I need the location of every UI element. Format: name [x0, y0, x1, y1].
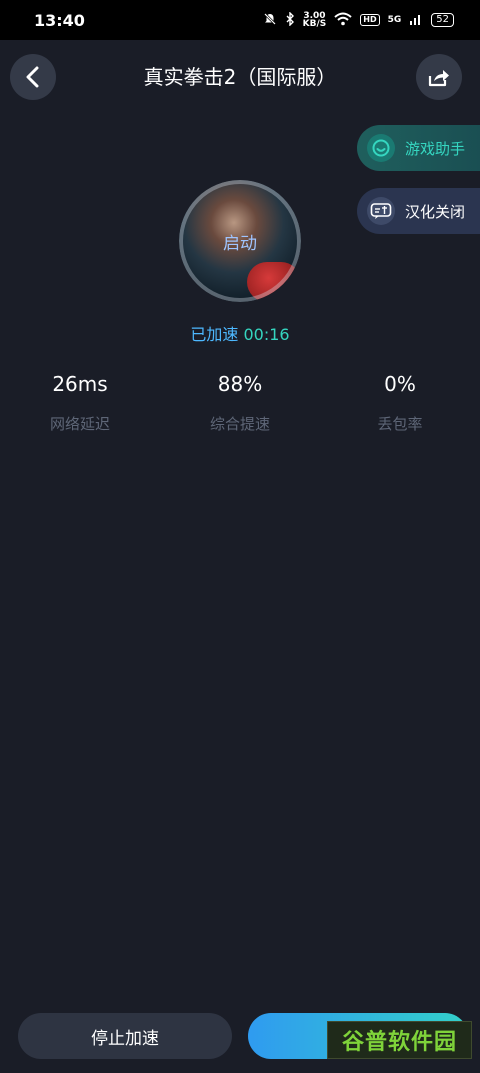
stop-acceleration-label: 停止加速 — [91, 1028, 159, 1049]
network-type: 5G — [387, 15, 402, 25]
stat-packet-loss: 0% 丢包率 — [320, 370, 480, 434]
stat-label: 网络延迟 — [49, 415, 110, 433]
status-icons: 3.00 KB/S HD 5G 52 — [263, 10, 454, 29]
network-speed-unit: KB/S — [302, 19, 327, 29]
share-icon — [428, 70, 449, 87]
status-time: 13:40 — [34, 10, 85, 30]
game-assistant-label: 游戏助手 — [405, 139, 466, 158]
game-launch-avatar[interactable]: 启动 — [179, 180, 301, 302]
stat-value: 88% — [217, 372, 263, 396]
acceleration-status: 已加速 00:16 — [0, 321, 480, 345]
battery-level: 52 — [431, 13, 454, 27]
stat-value: 26ms — [52, 372, 108, 396]
network-speed: 3.00 KB/S — [302, 12, 327, 29]
acceleration-status-label: 已加速 — [190, 325, 239, 344]
status-bar: 13:40 3.00 KB/S HD 5G 52 — [0, 0, 480, 40]
share-button[interactable] — [416, 54, 462, 100]
page-title: 真实拳击2（国际服） — [143, 65, 337, 89]
assistant-icon — [367, 134, 395, 162]
hd-badge: HD — [360, 14, 380, 26]
mute-icon — [263, 12, 277, 29]
stat-boost: 88% 综合提速 — [160, 370, 320, 434]
header: 真实拳击2（国际服） — [0, 50, 480, 104]
stat-label: 丢包率 — [377, 415, 423, 433]
stop-acceleration-button[interactable]: 停止加速 — [18, 1013, 232, 1059]
translation-toggle-button[interactable]: 汉化关闭 — [357, 188, 480, 234]
bluetooth-icon — [285, 10, 295, 29]
translation-toggle-label: 汉化关闭 — [405, 202, 466, 221]
stats-row: 26ms 网络延迟 88% 综合提速 0% 丢包率 — [0, 370, 480, 434]
watermark-logo: 谷普软件园 — [327, 1021, 472, 1059]
signal-icon — [409, 12, 423, 29]
stat-latency: 26ms 网络延迟 — [0, 370, 160, 434]
chevron-left-icon — [26, 66, 39, 88]
translate-icon — [367, 197, 395, 225]
watermark-text: 谷普软件园 — [341, 1030, 457, 1055]
back-button[interactable] — [10, 54, 56, 100]
launch-label: 启动 — [223, 233, 257, 254]
acceleration-timer: 00:16 — [243, 325, 290, 344]
stat-label: 综合提速 — [209, 415, 270, 433]
stat-value: 0% — [384, 372, 416, 396]
game-assistant-button[interactable]: 游戏助手 — [357, 125, 480, 171]
wifi-icon — [334, 12, 352, 29]
